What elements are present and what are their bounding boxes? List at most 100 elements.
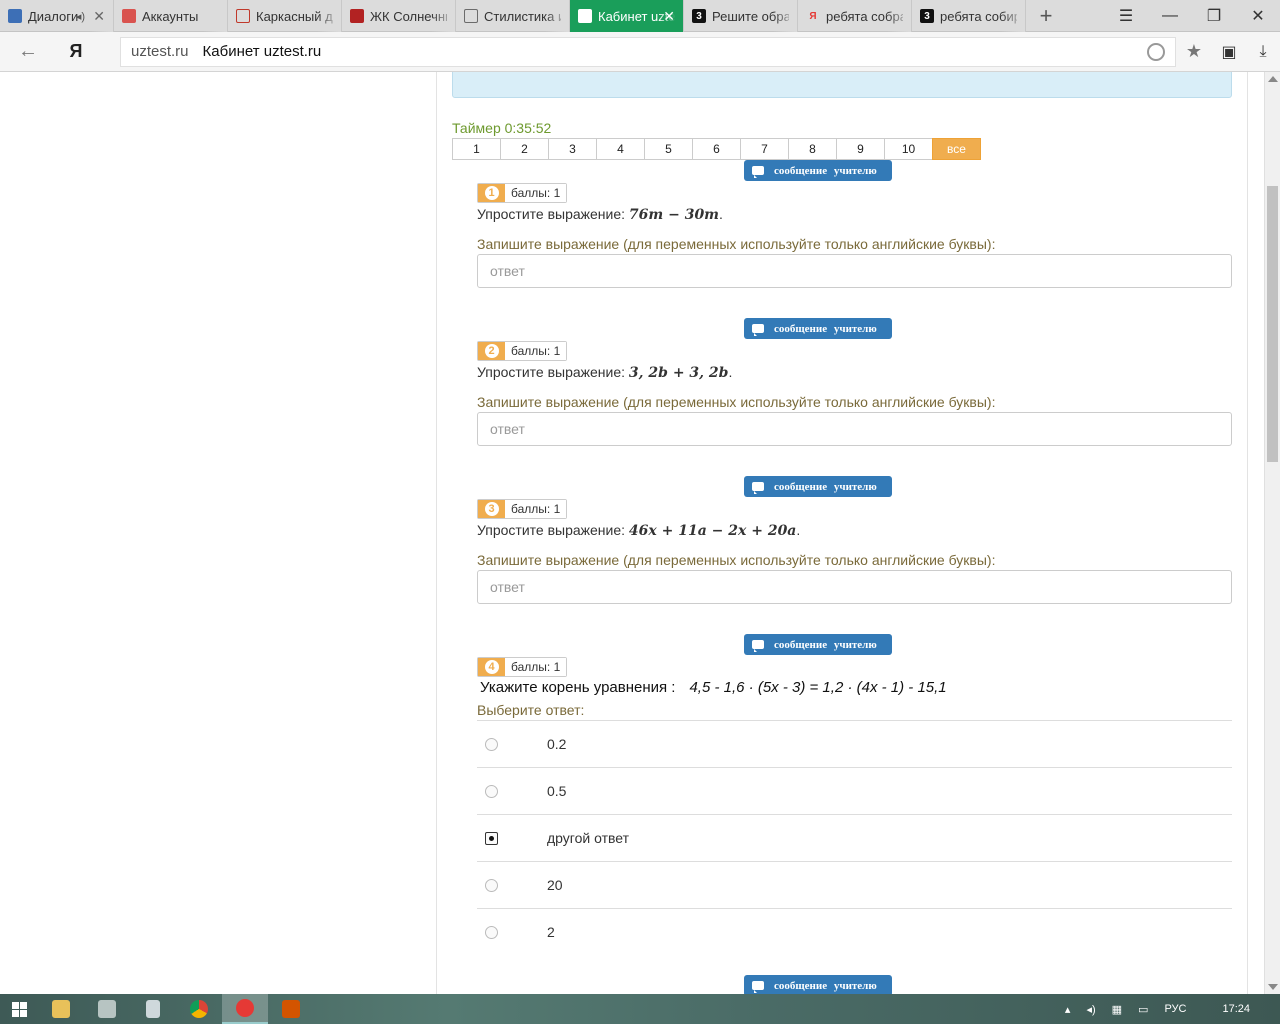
taskbar-app-2[interactable] — [84, 994, 130, 1024]
taskbar-explorer[interactable] — [38, 994, 84, 1024]
taskbar-yandex-browser[interactable] — [222, 994, 268, 1024]
globe-icon[interactable] — [1147, 42, 1165, 61]
tab-solve[interactable]: 3 Решите обра — [684, 0, 798, 32]
question-number: 1 — [484, 186, 499, 200]
radio-button-selected[interactable] — [485, 831, 498, 845]
calculator-icon — [146, 1000, 160, 1018]
page-link-10[interactable]: 10 — [884, 138, 933, 160]
page-content: Таймер 0:35:52 1 2 3 4 5 6 7 8 9 10 все … — [0, 72, 1264, 994]
page-link-2[interactable]: 2 — [500, 138, 549, 160]
scroll-up-icon[interactable] — [1268, 76, 1278, 82]
znanija-favicon-icon: 3 — [920, 9, 934, 23]
page-link-4[interactable]: 4 — [596, 138, 645, 160]
tab-accounts[interactable]: Аккаунты — [114, 0, 228, 32]
radio-button[interactable] — [485, 925, 498, 939]
image-icon[interactable]: ▣ — [1212, 42, 1246, 62]
page-link-3[interactable]: 3 — [548, 138, 597, 160]
tab-title: Аккаунты — [142, 8, 199, 24]
radio-button[interactable] — [485, 878, 498, 892]
option-label: 2 — [547, 924, 555, 940]
option-row[interactable]: 0.2 — [477, 720, 1232, 767]
option-label: 0.5 — [547, 783, 567, 799]
chat-icon[interactable]: ▭ — [1138, 1003, 1148, 1016]
page-link-5[interactable]: 5 — [644, 138, 693, 160]
score-label: баллы: 1 — [505, 342, 567, 360]
message-teacher-button[interactable]: сообщение учителю — [744, 634, 892, 655]
radio-button[interactable] — [485, 784, 498, 798]
download-icon[interactable]: ⤓ — [1246, 43, 1280, 61]
option-row[interactable]: другой ответ — [477, 814, 1232, 861]
menu-icon[interactable]: ☰ — [1104, 0, 1148, 32]
tab-yandex-search[interactable]: Я ребята собра — [798, 0, 912, 32]
bookmark-star-icon[interactable]: ★ — [1176, 41, 1212, 62]
tab-dialogs[interactable]: Диалоги ◂) ✕ — [0, 0, 114, 32]
equation: 4,5 - 1,6 · (5x - 3) = 1,2 · (4x - 1) - … — [689, 679, 947, 696]
accounts-favicon-icon — [122, 9, 136, 23]
system-tray: ▴ ◂) ▦ ▭ РУС 17:24 — [1057, 1003, 1280, 1016]
shield-favicon-icon — [464, 9, 478, 23]
new-tab-button[interactable]: + — [1026, 0, 1066, 32]
tab-stylistics[interactable]: Стилистика и — [456, 0, 570, 32]
option-label: другой ответ — [547, 830, 629, 846]
taskbar-chrome[interactable] — [176, 994, 222, 1024]
minimize-icon[interactable]: — — [1148, 0, 1192, 32]
choose-answer-label: Выберите ответ: — [477, 702, 585, 718]
network-icon[interactable]: ▦ — [1112, 1003, 1122, 1016]
start-button[interactable] — [0, 994, 38, 1024]
window-controls: ☰ — ❐ ✕ — [1104, 0, 1280, 31]
yandex-logo-icon[interactable]: Я — [56, 41, 96, 62]
tab-uztest[interactable]: Кабинет uztest ✕ — [570, 0, 684, 32]
answer-input[interactable]: ответ — [477, 412, 1232, 446]
close-window-icon[interactable]: ✕ — [1236, 0, 1280, 32]
option-row[interactable]: 0.5 — [477, 767, 1232, 814]
tab-znanija-2[interactable]: 3 ребята собир — [912, 0, 1026, 32]
windows-taskbar: ▴ ◂) ▦ ▭ РУС 17:24 — [0, 994, 1280, 1024]
chat-bubble-icon — [752, 640, 764, 652]
chat-bubble-icon — [752, 482, 764, 494]
page-link-7[interactable]: 7 — [740, 138, 789, 160]
message-teacher-button[interactable]: сообщение учителю — [744, 975, 892, 994]
score-label: баллы: 1 — [505, 184, 567, 202]
question-text: Упростите выражение: 76m − 30m. — [477, 206, 723, 223]
scroll-down-icon[interactable] — [1268, 984, 1278, 990]
answer-input[interactable]: ответ — [477, 254, 1232, 288]
message-teacher-button[interactable]: сообщение учителю — [744, 476, 892, 497]
question-text: Упростите выражение: 46x + 11a − 2x + 20… — [477, 522, 801, 539]
option-label: 20 — [547, 877, 563, 893]
option-row[interactable]: 20 — [477, 861, 1232, 908]
option-row[interactable]: 2 — [477, 908, 1232, 955]
page-link-8[interactable]: 8 — [788, 138, 837, 160]
language-indicator[interactable]: РУС — [1164, 1003, 1186, 1015]
windows-logo-icon — [11, 1001, 27, 1017]
close-tab-icon[interactable]: ✕ — [663, 8, 675, 25]
message-teacher-button[interactable]: сообщение учителю — [744, 318, 892, 339]
page-link-6[interactable]: 6 — [692, 138, 741, 160]
tab-zhk[interactable]: ЖК Солнечный — [342, 0, 456, 32]
speaker-icon[interactable]: ◂) — [76, 10, 85, 23]
question-number: 3 — [484, 502, 499, 516]
radio-button[interactable] — [485, 737, 498, 751]
answer-input[interactable]: ответ — [477, 570, 1232, 604]
scroll-thumb[interactable] — [1267, 186, 1278, 462]
page-link-1[interactable]: 1 — [452, 138, 501, 160]
score-badge: 1 баллы: 1 — [477, 183, 568, 203]
page-scrollbar[interactable] — [1264, 72, 1280, 994]
restore-icon[interactable]: ❐ — [1192, 0, 1236, 32]
url-field[interactable]: uztest.ru Кабинет uztest.ru — [120, 36, 1176, 67]
tab-frame-house[interactable]: Каркасный дом — [228, 0, 342, 32]
page-link-all[interactable]: все — [932, 138, 981, 160]
back-arrow-icon[interactable]: ← — [0, 40, 56, 63]
dialogs-favicon-icon — [8, 9, 22, 23]
close-tab-icon[interactable]: ✕ — [93, 8, 105, 25]
question-number: 2 — [484, 344, 499, 358]
clock[interactable]: 17:24 — [1222, 1003, 1250, 1015]
answer-options: 0.2 0.5 другой ответ 20 2 — [477, 720, 1232, 955]
message-teacher-button[interactable]: сообщение учителю — [744, 160, 892, 181]
taskbar-calculator[interactable] — [130, 994, 176, 1024]
score-badge: 2 баллы: 1 — [477, 341, 568, 361]
taskbar-app-6[interactable] — [268, 994, 314, 1024]
uztest-favicon-icon — [578, 9, 592, 23]
tray-expand-icon[interactable]: ▴ — [1065, 1003, 1071, 1016]
page-link-9[interactable]: 9 — [836, 138, 885, 160]
volume-icon[interactable]: ◂) — [1086, 1003, 1095, 1016]
